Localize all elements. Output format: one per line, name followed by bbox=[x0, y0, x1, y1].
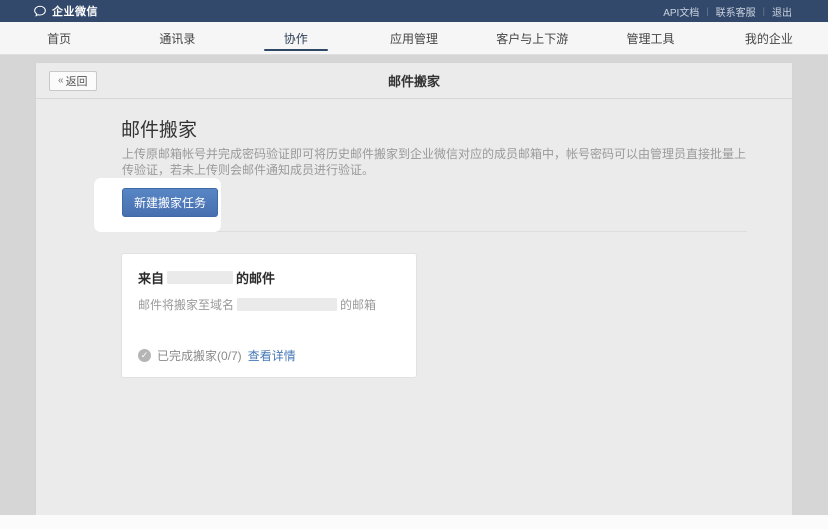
new-migration-task-button[interactable]: 新建搬家任务 bbox=[122, 188, 218, 217]
panel-body: 邮件搬家 上传原邮箱帐号并完成密码验证即可将历史邮件搬家到企业微信对应的成员邮箱… bbox=[36, 99, 792, 515]
task-card-subtitle: 邮件将搬家至域名 的邮箱 bbox=[138, 296, 400, 313]
click-highlight-overlay: 新建搬家任务 bbox=[94, 178, 221, 232]
bottom-strip bbox=[0, 515, 828, 529]
nav-item-my-company[interactable]: 我的企业 bbox=[710, 22, 828, 54]
main-nav: 首页 通讯录 协作 应用管理 客户与上下游 管理工具 我的企业 bbox=[0, 22, 828, 55]
back-button-label: 返回 bbox=[66, 73, 88, 89]
brand-name: 企业微信 bbox=[52, 3, 98, 19]
task-card-title: 来自 的邮件 bbox=[138, 268, 400, 287]
logout-link[interactable]: 退出 bbox=[772, 4, 792, 19]
nav-item-app-management[interactable]: 应用管理 bbox=[355, 22, 473, 54]
content-panel: « 返回 邮件搬家 邮件搬家 上传原邮箱帐号并完成密码验证即可将历史邮件搬家到企… bbox=[35, 62, 793, 515]
section-description: 上传原邮箱帐号并完成密码验证即可将历史邮件搬家到企业微信对应的成员邮箱中，帐号密… bbox=[122, 146, 756, 178]
task-title-prefix: 来自 bbox=[138, 268, 164, 287]
nav-item-customers[interactable]: 客户与上下游 bbox=[473, 22, 591, 54]
separator: | bbox=[763, 6, 765, 16]
topbar-links: API文档 | 联系客服 | 退出 bbox=[663, 4, 792, 19]
check-circle-icon: ✓ bbox=[138, 349, 151, 362]
view-details-link[interactable]: 查看详情 bbox=[248, 347, 296, 364]
migration-task-card: 来自 的邮件 邮件将搬家至域名 的邮箱 ✓ 已完成搬家(0/7) 查看详情 bbox=[121, 253, 417, 378]
task-card-footer: ✓ 已完成搬家(0/7) 查看详情 bbox=[138, 347, 296, 364]
task-subtitle-prefix: 邮件将搬家至域名 bbox=[138, 296, 234, 313]
migration-status-text: 已完成搬家(0/7) bbox=[157, 347, 242, 364]
separator: | bbox=[706, 6, 708, 16]
redacted-target-domain bbox=[237, 298, 337, 311]
nav-item-home[interactable]: 首页 bbox=[0, 22, 118, 54]
page-header: « 返回 邮件搬家 bbox=[36, 63, 792, 99]
api-docs-link[interactable]: API文档 bbox=[663, 4, 699, 19]
nav-item-collaboration[interactable]: 协作 bbox=[237, 22, 355, 54]
back-chevron-icon: « bbox=[58, 75, 64, 86]
section-title: 邮件搬家 bbox=[121, 115, 197, 142]
contact-support-link[interactable]: 联系客服 bbox=[716, 4, 756, 19]
nav-item-contacts[interactable]: 通讯录 bbox=[118, 22, 236, 54]
nav-item-admin-tools[interactable]: 管理工具 bbox=[591, 22, 709, 54]
wechat-work-logo-icon bbox=[33, 4, 47, 18]
task-title-suffix: 的邮件 bbox=[236, 268, 275, 287]
topbar: 企业微信 API文档 | 联系客服 | 退出 bbox=[0, 0, 828, 22]
back-button[interactable]: « 返回 bbox=[49, 71, 97, 91]
redacted-source-domain bbox=[167, 271, 233, 284]
page-title: 邮件搬家 bbox=[36, 71, 792, 90]
brand: 企业微信 bbox=[33, 3, 98, 19]
task-subtitle-suffix: 的邮箱 bbox=[340, 296, 376, 313]
